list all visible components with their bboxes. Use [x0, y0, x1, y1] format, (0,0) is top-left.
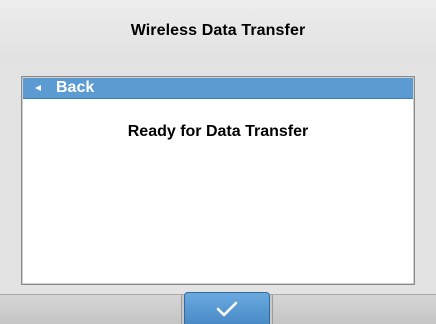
page-title: Wireless Data Transfer — [130, 22, 306, 39]
back-arrow-icon — [35, 85, 41, 91]
checkmark-icon — [216, 301, 238, 316]
footer-left-button[interactable] — [0, 295, 182, 324]
content-panel: Back Ready for Data Transfer — [21, 76, 415, 285]
confirm-button[interactable] — [184, 292, 270, 324]
back-button-label: Back — [56, 79, 95, 96]
back-button[interactable]: Back — [23, 78, 413, 99]
title-bar: Wireless Data Transfer — [0, 0, 436, 62]
status-message: Ready for Data Transfer — [127, 123, 309, 140]
footer-right-button[interactable] — [272, 295, 436, 324]
